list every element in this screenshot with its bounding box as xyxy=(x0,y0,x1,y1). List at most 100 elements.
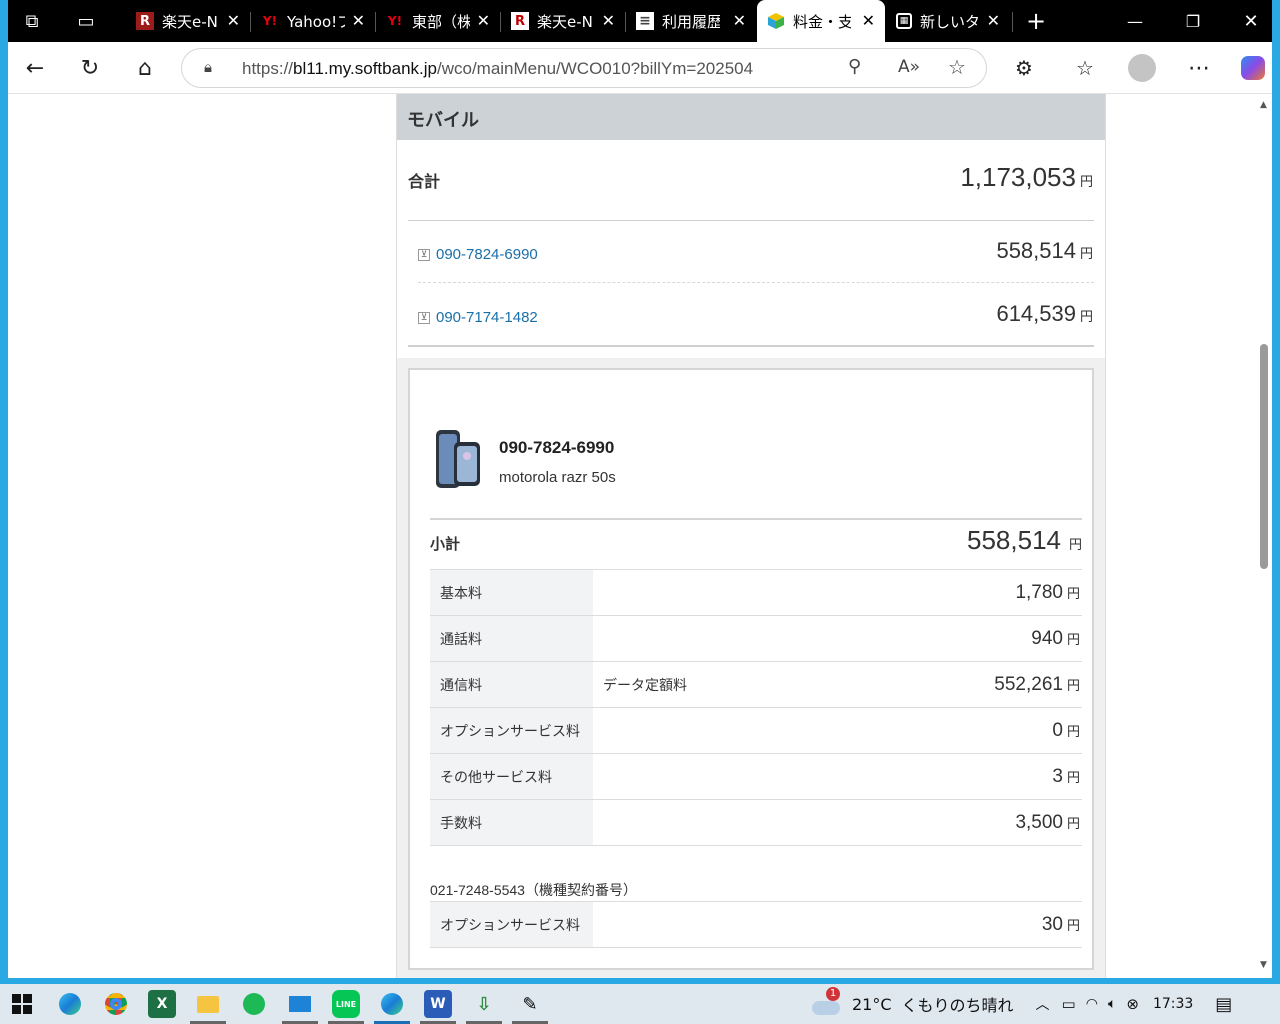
profile-avatar-icon[interactable] xyxy=(1128,54,1156,82)
spotify-icon[interactable] xyxy=(240,990,268,1018)
weather-text[interactable]: くもりのち晴れ xyxy=(902,992,1014,1016)
fee-detail xyxy=(593,901,691,948)
rakuten-icon: R xyxy=(511,12,529,30)
close-icon[interactable]: ✕ xyxy=(227,11,240,30)
device-detail-card: 090-7824-6990 motorola razr 50s 小計 558,5… xyxy=(408,368,1094,970)
close-icon[interactable]: ✕ xyxy=(352,11,365,30)
fee-amount: 1,780 円 xyxy=(845,569,1082,616)
device-number: 090-7824-6990 xyxy=(499,438,615,457)
fee-label: オプションサービス料 xyxy=(430,707,593,754)
fee-detail xyxy=(593,615,846,662)
contract-fee-table: オプションサービス料 30 円 xyxy=(430,901,1082,948)
refresh-icon[interactable]: ↻ xyxy=(76,54,104,82)
favorites-icon[interactable]: ☆ xyxy=(1071,54,1099,82)
close-icon[interactable]: ✕ xyxy=(602,11,615,30)
meet-now-icon[interactable]: ▭ xyxy=(1062,995,1076,1013)
close-icon[interactable]: ✕ xyxy=(862,11,875,30)
fee-row: 通話料 940 円 xyxy=(430,615,1082,662)
word-icon[interactable]: W xyxy=(424,990,452,1018)
paint-icon[interactable]: ✎ xyxy=(516,990,544,1018)
edge-icon[interactable] xyxy=(378,990,406,1018)
fee-row: オプションサービス料 0 円 xyxy=(430,707,1082,754)
line-item-link[interactable]: ⊻ 090-7174-1482 xyxy=(418,307,538,326)
restore-icon[interactable]: ❐ xyxy=(1179,7,1207,35)
favorite-star-icon[interactable]: ☆ xyxy=(948,55,966,79)
wifi-icon[interactable]: ◠ xyxy=(1086,996,1098,1012)
notification-icon[interactable]: ▤ xyxy=(1215,994,1232,1015)
tab-6-active[interactable]: 料金・支 ✕ xyxy=(757,0,885,42)
tab-actions-icon[interactable]: ▭ xyxy=(72,7,100,35)
fee-detail xyxy=(593,753,846,800)
download-icon[interactable]: ⊻ xyxy=(418,248,430,261)
scroll-down-icon[interactable]: ▼ xyxy=(1260,960,1267,970)
close-icon[interactable]: ✕ xyxy=(477,11,490,30)
tab-label: 新しいタ xyxy=(920,12,978,31)
tab-3[interactable]: Y! 東部（株 ✕ xyxy=(376,0,500,42)
fee-row: その他サービス料 3 円 xyxy=(430,753,1082,800)
remote-desktop-icon[interactable] xyxy=(286,990,314,1018)
document-icon: ≡ xyxy=(636,12,654,30)
phone-image xyxy=(432,428,484,492)
fee-label: オプションサービス料 xyxy=(430,901,593,948)
tab-1[interactable]: R 楽天e-N ✕ xyxy=(126,0,250,42)
bill-panel: モバイル 合計 1,173,053 円 ⊻ 090-7824-6990 558,51… xyxy=(396,94,1106,978)
zoom-icon[interactable]: ⚲ xyxy=(848,56,861,77)
yahoo-icon: Y! xyxy=(387,14,403,28)
url-text[interactable]: https://bl11.my.softbank.jp/wco/mainMenu… xyxy=(242,59,753,79)
page-scrollbar[interactable]: ▲ ▼ xyxy=(1256,94,1272,978)
weather-icon[interactable]: 1 xyxy=(810,987,842,1017)
navigation-bar: ← ↻ ⌂ 🔒︎ https://bl11.my.softbank.jp/wco… xyxy=(8,42,1272,94)
more-menu-icon[interactable]: ⋯ xyxy=(1185,54,1213,82)
weather-temp[interactable]: 21°C xyxy=(852,995,892,1014)
tab-7[interactable]: ▦ 新しいタ ✕ xyxy=(886,0,1010,42)
line-item-link[interactable]: ⊻ 090-7824-6990 xyxy=(418,244,538,263)
tab-label: Yahoo!フ xyxy=(287,12,345,31)
fee-label: 手数料 xyxy=(430,799,593,846)
chevron-up-icon[interactable]: ︿ xyxy=(1036,994,1050,1014)
clock-time[interactable]: 17:33 xyxy=(1153,996,1193,1012)
minimize-icon[interactable]: — xyxy=(1121,7,1149,35)
extensions-icon[interactable]: ⚙ xyxy=(1010,54,1038,82)
subtotal-amount: 558,514 円 xyxy=(967,525,1082,555)
fee-amount: 3円 xyxy=(845,753,1082,800)
lock-icon[interactable]: 🔒︎ xyxy=(204,58,212,76)
home-icon[interactable]: ⌂ xyxy=(131,54,159,82)
download-icon[interactable]: ⇩ xyxy=(470,990,498,1018)
yahoo-icon: Y! xyxy=(262,14,278,28)
new-tab-button[interactable]: + xyxy=(1022,7,1050,35)
chrome-icon[interactable] xyxy=(102,990,130,1018)
tab-4[interactable]: R 楽天e-N ✕ xyxy=(501,0,625,42)
no-connection-icon[interactable]: ⊗ xyxy=(1126,995,1139,1013)
copilot-icon[interactable] xyxy=(1239,54,1267,82)
file-explorer-icon[interactable] xyxy=(194,990,222,1018)
tab-label: 利用履歴 xyxy=(662,12,720,31)
scrollbar-thumb[interactable] xyxy=(1260,344,1268,569)
scroll-up-icon[interactable]: ▲ xyxy=(1260,100,1267,110)
windows-taskbar: X LINE W ⇩ ✎ 1 21°C くもりのち晴れ ︿ ▭ ◠ 🔈︎ ⊗ 1… xyxy=(0,984,1280,1024)
fee-row: 手数料 3,500 円 xyxy=(430,799,1082,846)
address-bar[interactable]: 🔒︎ https://bl11.my.softbank.jp/wco/mainM… xyxy=(181,48,987,88)
read-aloud-icon[interactable]: A» xyxy=(898,57,920,77)
windows-start-icon[interactable] xyxy=(8,990,36,1018)
line-icon[interactable]: LINE xyxy=(332,990,360,1018)
volume-muted-icon[interactable]: 🔈︎ xyxy=(1108,996,1116,1012)
fee-detail: データ定額料 xyxy=(593,661,846,708)
close-icon[interactable]: ✕ xyxy=(987,11,1000,30)
excel-icon[interactable]: X xyxy=(148,990,176,1018)
tab-2[interactable]: Y! Yahoo!フ ✕ xyxy=(251,0,375,42)
download-icon[interactable]: ⊻ xyxy=(418,311,430,324)
fee-amount: 552,261 円 xyxy=(845,661,1082,708)
fee-amount: 30 円 xyxy=(690,901,1082,948)
edge-icon[interactable] xyxy=(56,990,84,1018)
line-item-amount: 558,514 円 xyxy=(996,238,1093,263)
close-icon[interactable]: ✕ xyxy=(733,11,746,30)
workspaces-icon[interactable]: ⧉ xyxy=(18,7,46,35)
tab-5[interactable]: ≡ 利用履歴 ✕ xyxy=(626,0,756,42)
window-close-icon[interactable]: ✕ xyxy=(1237,7,1265,35)
softbank-cube-icon xyxy=(767,12,785,30)
subtotal-label: 小計 xyxy=(430,535,461,553)
fee-table: 基本料 1,780 円通話料 940 円通信料 データ定額料 552,261 円オプションサー… xyxy=(430,569,1082,846)
fee-amount: 940 円 xyxy=(845,615,1082,662)
back-icon[interactable]: ← xyxy=(21,54,49,82)
fee-row: オプションサービス料 30 円 xyxy=(430,901,1082,948)
